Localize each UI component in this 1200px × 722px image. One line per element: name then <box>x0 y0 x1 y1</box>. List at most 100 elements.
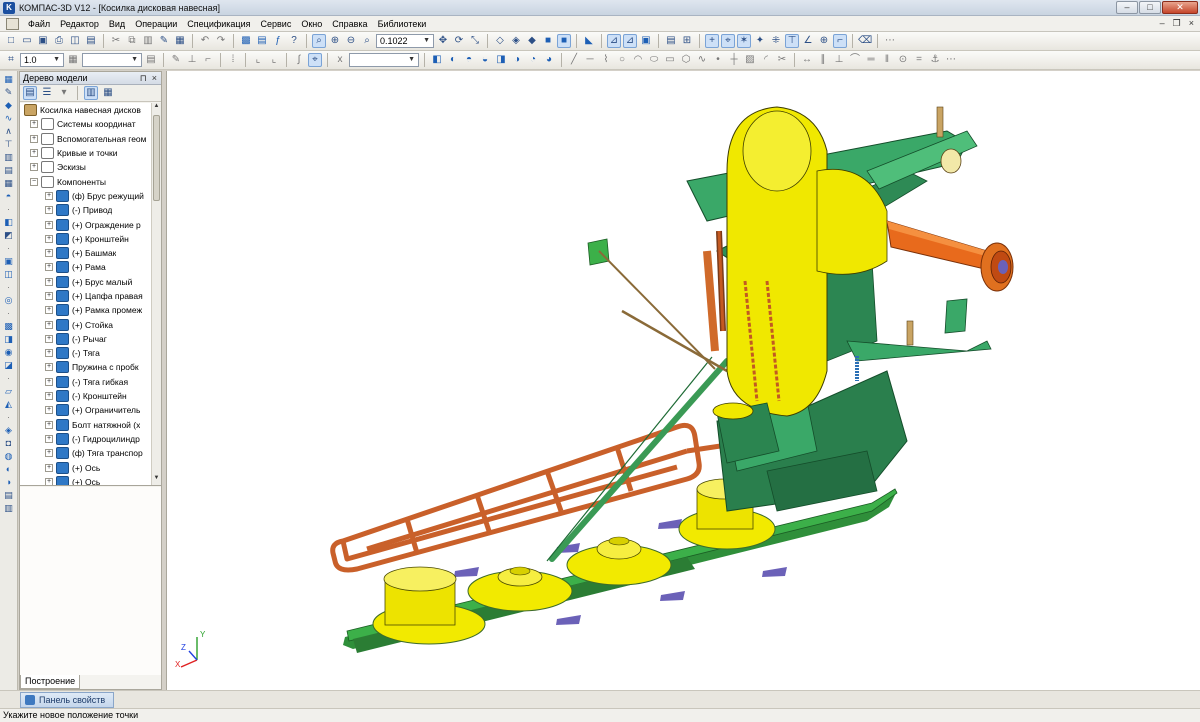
tangent-icon[interactable]: ⌒ <box>848 53 862 67</box>
tree-item[interactable]: + Пружина с пробк <box>20 360 161 374</box>
chamfer-icon[interactable]: ◕ <box>542 53 556 67</box>
rect-icon[interactable]: ▭ <box>663 53 677 67</box>
collision-icon[interactable]: ◐ <box>2 463 15 475</box>
expand-icon[interactable]: + <box>30 149 38 158</box>
trim-icon[interactable]: ✂ <box>775 53 789 67</box>
expand-icon[interactable]: + <box>45 363 53 372</box>
step-combo[interactable]: 1.0 ▼ <box>20 53 64 67</box>
paste-icon[interactable]: ▥ <box>141 34 155 48</box>
tree-item[interactable]: + Кривые и точки <box>20 146 161 160</box>
sketch-toolbar-icon[interactable]: ✎ <box>2 86 15 98</box>
menu-specification[interactable]: Спецификация <box>182 19 255 29</box>
expand-icon[interactable]: + <box>30 120 38 129</box>
redo-icon[interactable]: ↷ <box>214 34 228 48</box>
pto-shaft[interactable] <box>886 220 1014 292</box>
plane-icon[interactable]: ▱ <box>2 385 15 397</box>
arc-icon[interactable]: ◠ <box>631 53 645 67</box>
revolve-icon[interactable]: ◐ <box>446 53 460 67</box>
surface-icon[interactable]: ◈ <box>2 424 15 436</box>
more-icon[interactable]: ⋯ <box>883 34 897 48</box>
expand-icon[interactable]: + <box>45 434 53 443</box>
perspective-icon[interactable]: ◣ <box>582 34 596 48</box>
section-icon[interactable]: ◍ <box>2 450 15 462</box>
cut-revolve-icon[interactable]: ◑ <box>510 53 524 67</box>
manager-icon[interactable]: ▩ <box>239 34 253 48</box>
print-icon[interactable]: ⎙ <box>52 34 66 48</box>
zoom-icon[interactable]: ⌕ <box>360 34 374 48</box>
equal-icon[interactable]: = <box>912 53 926 67</box>
vertical-icon[interactable]: ‖ <box>880 53 894 67</box>
cs-icon[interactable]: ⌞ <box>251 53 265 67</box>
open-icon[interactable]: ▭ <box>20 34 34 48</box>
extrusion-op-icon[interactable]: ◧ <box>2 216 15 228</box>
format-painter-icon[interactable]: ✎ <box>157 34 171 48</box>
axis-icon[interactable]: ◭ <box>2 398 15 410</box>
expand-icon[interactable]: + <box>30 163 38 172</box>
pin-icon[interactable]: ⊓ <box>140 73 147 84</box>
cut-extrude-icon[interactable]: ◨ <box>494 53 508 67</box>
poly-icon[interactable]: ⌇ <box>599 53 613 67</box>
snap-angle-icon[interactable]: ∠ <box>801 34 815 48</box>
expand-icon[interactable]: + <box>45 306 53 315</box>
aux-line-icon[interactable]: ┼ <box>727 53 741 67</box>
menu-view[interactable]: Вид <box>104 19 130 29</box>
expand-icon[interactable]: + <box>30 134 38 143</box>
tree-item[interactable]: + (+) Рамка промеж <box>20 303 161 317</box>
tree-item[interactable]: − Компоненты <box>20 174 161 188</box>
coincident-icon[interactable]: ⊙ <box>896 53 910 67</box>
fix-icon[interactable]: ⚓ <box>928 53 942 67</box>
shell-icon[interactable]: ◪ <box>2 359 15 371</box>
menu-file[interactable]: Файл <box>23 19 55 29</box>
array-icon[interactable]: ▩ <box>2 320 15 332</box>
close-icon[interactable]: × <box>152 73 157 84</box>
dimensions-toolbar-icon[interactable]: ⊤ <box>2 138 15 150</box>
expand-icon[interactable]: + <box>45 349 53 358</box>
library-icon[interactable]: ▤ <box>255 34 269 48</box>
expand-icon[interactable]: + <box>45 206 53 215</box>
chevron-down-icon[interactable]: ▾ <box>57 86 71 100</box>
rotate-icon[interactable]: ⟳ <box>452 34 466 48</box>
spec-toolbar-icon[interactable]: ▦ <box>2 177 15 189</box>
snap-middle-icon[interactable]: ⊤ <box>785 34 799 48</box>
object-filter-icon[interactable]: ▣ <box>639 34 653 48</box>
edit-toolbar-icon[interactable]: ◆ <box>2 99 15 111</box>
tree-item[interactable]: + (+) Ограждение р <box>20 217 161 231</box>
ortho-icon[interactable]: ⊥ <box>185 53 199 67</box>
tree-item[interactable]: + (-) Рычаг <box>20 332 161 346</box>
rotate-component-icon[interactable]: ◎ <box>2 294 15 306</box>
filters-toolbar-icon[interactable]: ▤ <box>2 164 15 176</box>
menu-help[interactable]: Справка <box>327 19 372 29</box>
tree-item[interactable]: + (-) Привод <box>20 203 161 217</box>
extrude-icon[interactable]: ◧ <box>430 53 444 67</box>
expand-icon[interactable]: + <box>45 392 53 401</box>
layers-icon[interactable]: ▤ <box>144 53 158 67</box>
expand-icon[interactable]: + <box>45 463 53 472</box>
snap-toggle-icon[interactable]: ⌖ <box>308 53 322 67</box>
hidden-lines-icon[interactable]: ◈ <box>509 34 523 48</box>
snap-center-icon[interactable]: ✶ <box>737 34 751 48</box>
new-document-icon[interactable]: □ <box>4 34 18 48</box>
fillet-icon[interactable]: ◔ <box>526 53 540 67</box>
zoom-window-icon[interactable]: ⌕ <box>312 34 326 48</box>
tree-item[interactable]: + Болт натяжной (х <box>20 418 161 432</box>
doc-close-button[interactable]: × <box>1189 18 1194 29</box>
kinematic-icon[interactable]: ◓ <box>462 53 476 67</box>
3d-viewport[interactable]: Y Z X <box>166 71 1200 690</box>
expand-icon[interactable]: + <box>45 377 53 386</box>
filter-icon[interactable]: ⊿ <box>607 34 621 48</box>
expand-icon[interactable]: + <box>45 477 53 485</box>
maximize-button[interactable]: □ <box>1139 0 1161 14</box>
local-cs-icon[interactable]: ⌐ <box>201 53 215 67</box>
properties-panel-tab[interactable]: Панель свойств <box>20 691 115 708</box>
doc-restore-button[interactable]: ❐ <box>1173 18 1181 29</box>
move-component-icon[interactable]: ◫ <box>2 268 15 280</box>
ellipse-icon[interactable]: ⬭ <box>647 53 661 67</box>
horizontal-icon[interactable]: ═ <box>864 53 878 67</box>
tree-item[interactable]: + (-) Тяга <box>20 346 161 360</box>
dimension-icon[interactable]: ↔ <box>800 53 814 67</box>
hatch-icon[interactable]: ▨ <box>743 53 757 67</box>
cut-icon[interactable]: ✂ <box>109 34 123 48</box>
zoom-out-icon[interactable]: ⊖ <box>344 34 358 48</box>
expand-icon[interactable]: + <box>45 406 53 415</box>
hole-icon[interactable]: ◉ <box>2 346 15 358</box>
